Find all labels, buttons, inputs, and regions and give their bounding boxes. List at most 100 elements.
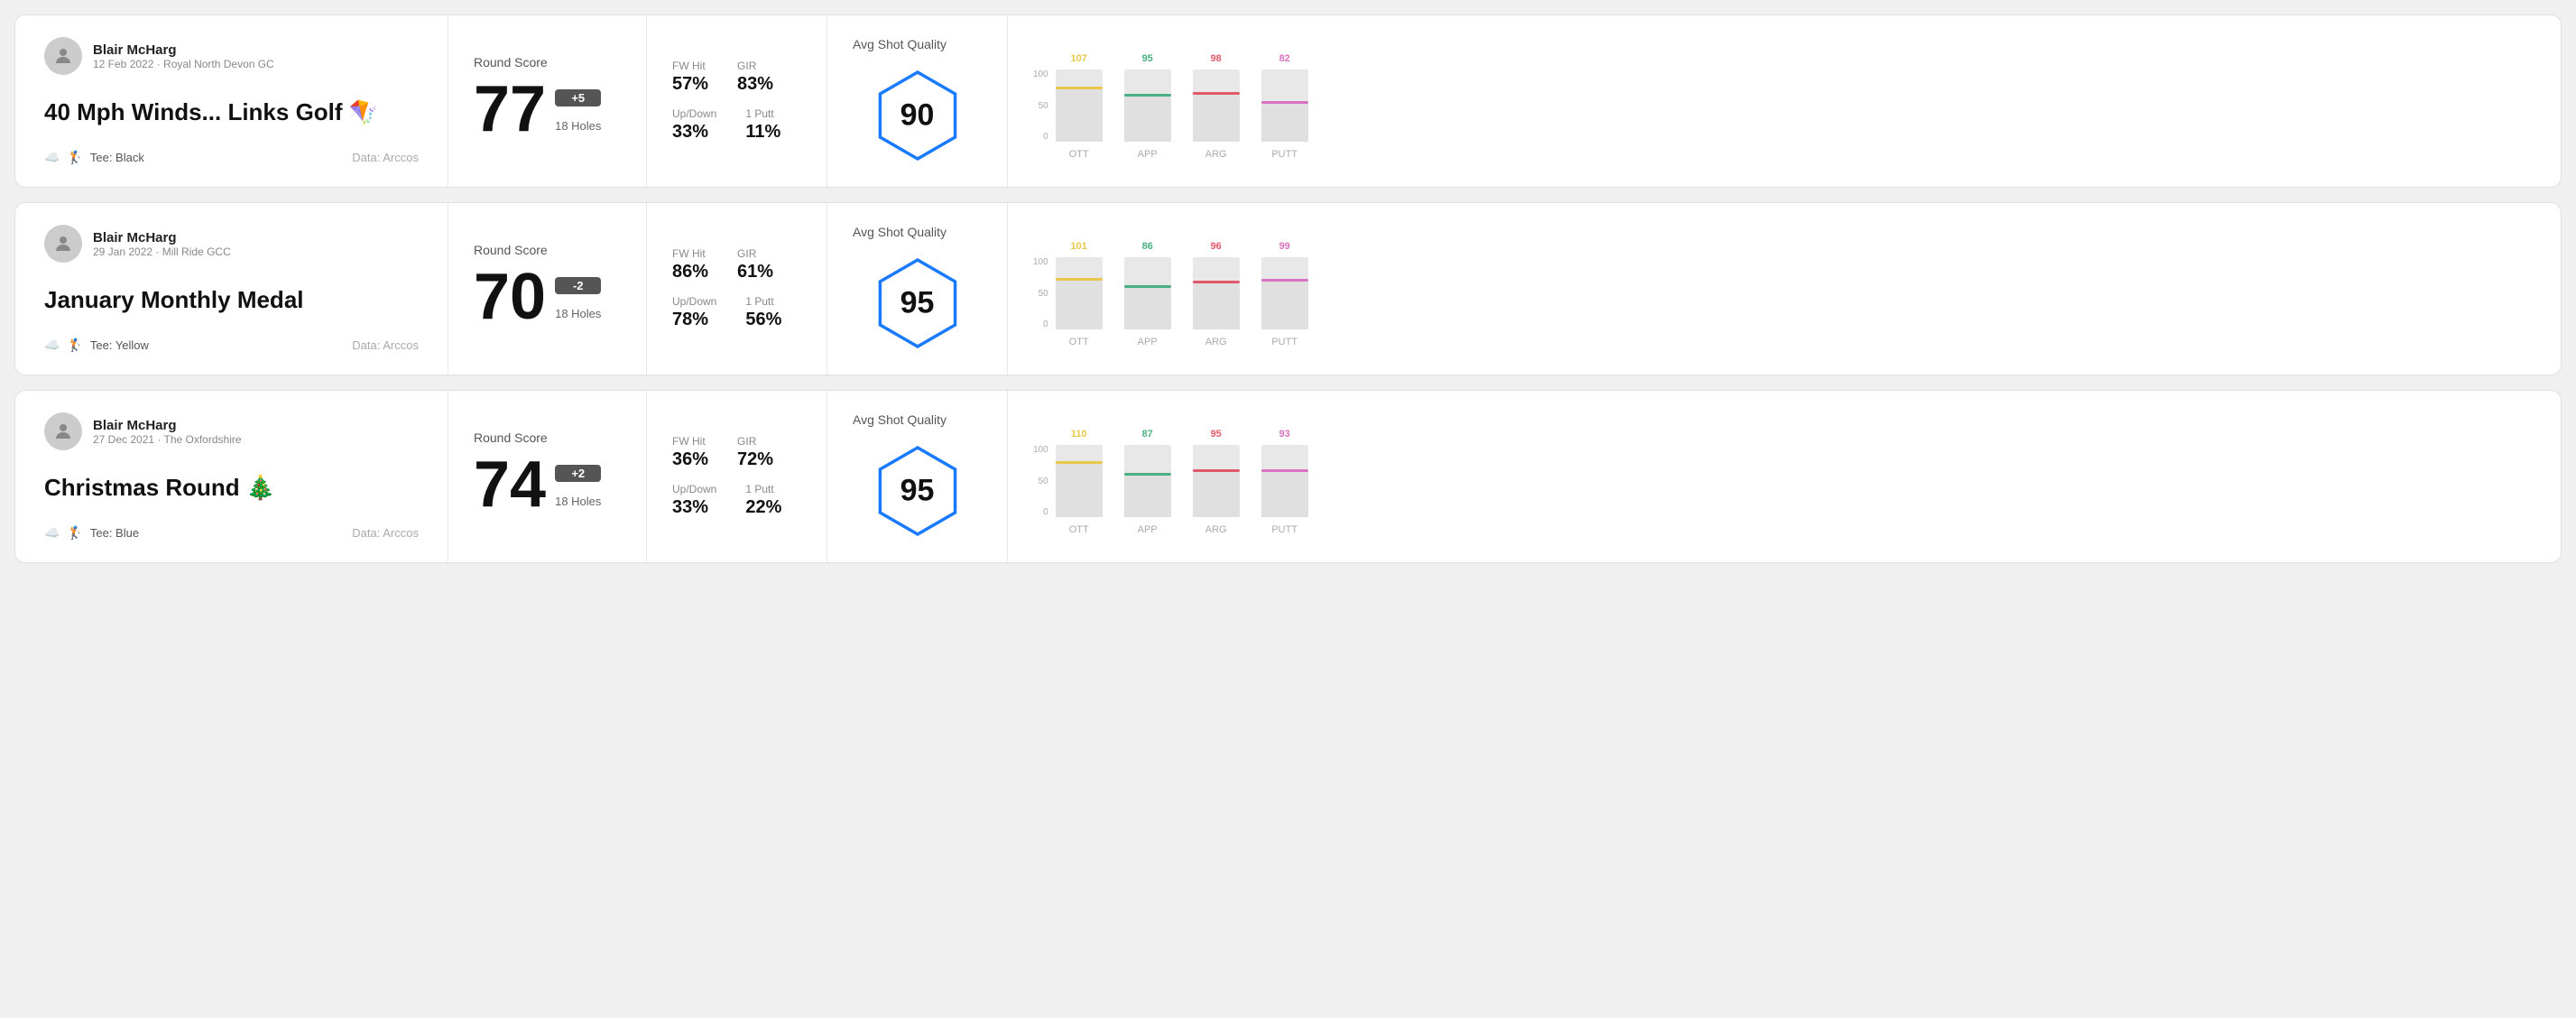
stat-updown: Up/Down 78% <box>672 295 716 330</box>
stats-row-1: FW Hit36%GIR72% <box>672 435 801 470</box>
avatar <box>44 37 82 75</box>
bar-wrapper <box>1261 69 1308 142</box>
avatar <box>44 412 82 450</box>
stats-row-2: Up/Down78%1 Putt56% <box>672 295 801 330</box>
bar-fill <box>1124 288 1171 329</box>
col-value: 107 <box>1071 53 1087 64</box>
bar-fill <box>1056 89 1103 142</box>
stat-value-gir: 83% <box>737 74 773 95</box>
col-value: 93 <box>1279 429 1290 440</box>
chart-col-ott: 101OTT <box>1056 241 1103 347</box>
stat-label-fw-hit: FW Hit <box>672 247 708 260</box>
score-row: 74+218 Holes <box>474 452 621 517</box>
stat-updown: Up/Down33% <box>672 107 716 143</box>
col-value: 98 <box>1211 53 1222 64</box>
col-label: PUTT <box>1271 149 1297 160</box>
card-left: Blair McHarg27 Dec 2021 · The Oxfordshir… <box>15 391 448 562</box>
bar-line <box>1124 473 1171 476</box>
stat-gir: GIR83% <box>737 60 773 95</box>
bar-line <box>1261 279 1308 282</box>
stat-label-fw-hit: FW Hit <box>672 435 708 448</box>
round-title: 40 Mph Winds... Links Golf 🪁 <box>44 98 419 126</box>
weather-icon: ☁️ <box>44 338 60 353</box>
stat-label-updown: Up/Down <box>672 107 716 120</box>
hexagon: 95 <box>868 254 967 353</box>
score-number: 70 <box>474 264 546 329</box>
score-label: Round Score <box>474 243 621 257</box>
tee-info: ☁️ 🏌️ Tee: Black <box>44 150 144 165</box>
chart-section: 100500107OTT95APP98ARG82PUTT <box>1008 15 2561 187</box>
stat-value-fw-hit: 86% <box>672 262 708 282</box>
bar-wrapper <box>1261 257 1308 329</box>
data-source: Data: Arccos <box>352 338 419 352</box>
user-details: Blair McHarg29 Jan 2022 · Mill Ride GCC <box>93 230 231 258</box>
stat-value-oneputt: 11% <box>745 122 780 143</box>
bar-fill <box>1124 97 1171 142</box>
score-badge-col: +518 Holes <box>555 89 601 142</box>
bag-icon: 🏌️ <box>67 150 82 165</box>
score-row: 70-218 Holes <box>474 264 621 329</box>
bar-wrapper <box>1124 69 1171 142</box>
stat-label-gir: GIR <box>737 435 773 448</box>
bar-fill <box>1056 464 1103 517</box>
stat-fw-hit: FW Hit57% <box>672 60 708 95</box>
bar-wrapper <box>1193 257 1240 329</box>
bar-wrapper <box>1124 445 1171 517</box>
quality-section: Avg Shot Quality 90 <box>827 15 1008 187</box>
col-value: 99 <box>1279 241 1290 252</box>
chart-col-putt: 93 PUTT <box>1261 429 1308 535</box>
round-card-round3: Blair McHarg27 Dec 2021 · The Oxfordshir… <box>14 390 2562 563</box>
stats-section: FW Hit36%GIR72%Up/Down33%1 Putt22% <box>647 391 827 562</box>
stat-label-updown: Up/Down <box>672 483 716 495</box>
chart-col-putt: 82 PUTT <box>1261 53 1308 160</box>
round-title: Christmas Round 🎄 <box>44 474 419 502</box>
quality-score: 95 <box>900 286 935 321</box>
user-meta: 12 Feb 2022 · Royal North Devon GC <box>93 58 274 70</box>
bar-wrapper <box>1193 445 1240 517</box>
chart-columns: 110OTT87APP95ARG93PUTT <box>1056 429 2535 535</box>
user-meta: 27 Dec 2021 · The Oxfordshire <box>93 433 242 446</box>
stat-label-oneputt: 1 Putt <box>745 483 781 495</box>
user-name: Blair McHarg <box>93 42 274 58</box>
bag-icon: 🏌️ <box>67 338 82 353</box>
chart-y-axis: 100500 <box>1033 69 1048 160</box>
col-value: 101 <box>1071 241 1087 252</box>
chart-area: 100500101OTT86APP96ARG99PUTT <box>1033 230 2535 347</box>
quality-score: 95 <box>900 474 935 509</box>
stat-updown: Up/Down33% <box>672 483 716 518</box>
quality-label: Avg Shot Quality <box>853 412 946 427</box>
chart-col-ott: 110OTT <box>1056 429 1103 535</box>
col-value: 86 <box>1142 241 1153 252</box>
chart-area: 100500107OTT95APP98ARG82PUTT <box>1033 42 2535 160</box>
card-footer: ☁️ 🏌️ Tee: Yellow Data: Arccos <box>44 338 419 353</box>
round-card-round1: Blair McHarg12 Feb 2022 · Royal North De… <box>14 14 2562 188</box>
chart-col-arg: 98ARG <box>1193 53 1240 160</box>
col-label: PUTT <box>1271 337 1297 347</box>
stat-label-updown: Up/Down <box>672 295 716 308</box>
stat-value-fw-hit: 36% <box>672 449 708 470</box>
y-label: 0 <box>1033 507 1048 517</box>
col-value: 82 <box>1279 53 1290 64</box>
bar-fill <box>1193 95 1240 142</box>
user-details: Blair McHarg12 Feb 2022 · Royal North De… <box>93 42 274 70</box>
chart-col-ott: 107OTT <box>1056 53 1103 160</box>
stat-gir: GIR61% <box>737 247 773 282</box>
chart-section: 100500110OTT87APP95ARG93PUTT <box>1008 391 2561 562</box>
user-info: Blair McHarg29 Jan 2022 · Mill Ride GCC <box>44 225 419 263</box>
col-label: APP <box>1138 524 1158 535</box>
card-left: Blair McHarg29 Jan 2022 · Mill Ride GCCJ… <box>15 203 448 375</box>
chart-col-app: 87APP <box>1124 429 1171 535</box>
hexagon: 95 <box>868 441 967 541</box>
weather-icon: ☁️ <box>44 150 60 165</box>
score-section: Round Score74+218 Holes <box>448 391 647 562</box>
col-label: APP <box>1138 337 1158 347</box>
quality-label: Avg Shot Quality <box>853 225 946 239</box>
chart-columns: 107OTT95APP98ARG82PUTT <box>1056 53 2535 160</box>
y-label: 50 <box>1033 101 1048 111</box>
col-label: PUTT <box>1271 524 1297 535</box>
tee-label: Tee: Yellow <box>90 338 149 352</box>
bar-wrapper <box>1193 69 1240 142</box>
stats-row-2: Up/Down33%1 Putt22% <box>672 483 801 518</box>
bar-fill <box>1261 282 1308 329</box>
stat-value-updown: 78% <box>672 310 716 330</box>
